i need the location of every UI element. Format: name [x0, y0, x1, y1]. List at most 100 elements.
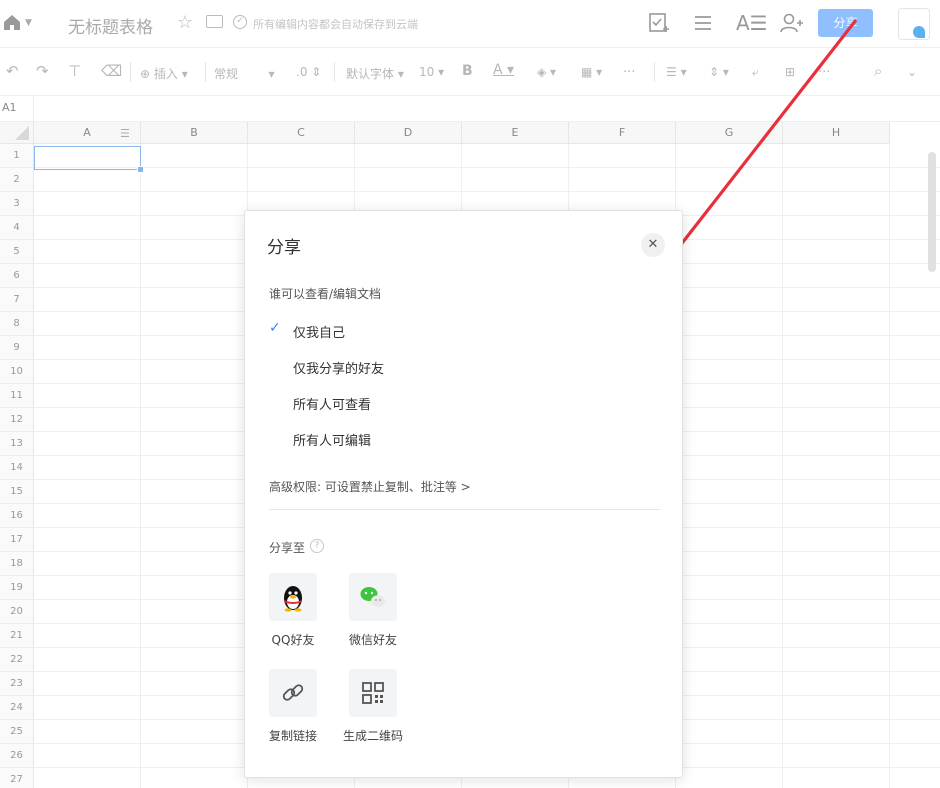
document-title[interactable]: 无标题表格 — [68, 13, 153, 38]
column-gridline — [889, 144, 890, 788]
copy-link-button[interactable] — [269, 669, 317, 717]
star-icon[interactable]: ☆ — [177, 12, 193, 33]
redo-icon[interactable]: ↷ — [36, 62, 49, 80]
collapse-toolbar-icon[interactable]: ⌄ — [907, 65, 917, 79]
row-header[interactable]: 6 — [0, 264, 34, 288]
row-header[interactable]: 26 — [0, 744, 34, 768]
divider — [334, 62, 335, 82]
row-header[interactable]: 16 — [0, 504, 34, 528]
font-family-select[interactable]: 默认字体 ▾ — [346, 65, 404, 82]
share-qq-button[interactable] — [269, 573, 317, 621]
qr-code-icon — [362, 682, 384, 704]
number-format-select[interactable]: 常规 ▾ — [214, 65, 275, 82]
merge-cells-icon[interactable]: ⊞ — [785, 65, 795, 79]
cell-reference[interactable]: A1 — [2, 101, 17, 114]
generate-qr-label: 生成二维码 — [342, 729, 403, 743]
row-header[interactable]: 17 — [0, 528, 34, 552]
row-header[interactable]: 14 — [0, 456, 34, 480]
format-painter-icon[interactable]: ⊤ — [68, 62, 81, 80]
font-color-button[interactable]: A ▾ — [493, 62, 514, 78]
move-folder-icon[interactable] — [206, 15, 223, 28]
row-header[interactable]: 5 — [0, 240, 34, 264]
row-header[interactable]: 9 — [0, 336, 34, 360]
permission-option-everyone-edit[interactable]: 所有人可编辑 — [293, 430, 371, 449]
task-check-icon[interactable] — [648, 12, 670, 34]
decimal-stepper[interactable]: .0 ⇕ — [296, 65, 321, 79]
help-icon[interactable]: ? — [310, 539, 324, 553]
row-header[interactable]: 23 — [0, 672, 34, 696]
row-header[interactable]: 7 — [0, 288, 34, 312]
more-icon[interactable]: ··· — [818, 65, 830, 80]
share-button[interactable]: 分享 — [818, 9, 873, 37]
more-button[interactable]: ··· — [623, 65, 635, 80]
align-icon[interactable]: ☰ ▾ — [666, 65, 687, 79]
row-header[interactable]: 18 — [0, 552, 34, 576]
qq-penguin-icon — [284, 586, 302, 612]
text-style-icon[interactable]: A☰ — [736, 11, 768, 35]
divider — [130, 62, 131, 82]
home-dropdown-icon[interactable]: ▼ — [25, 18, 32, 28]
font-family-label: 默认字体 — [346, 67, 395, 81]
row-header[interactable]: 4 — [0, 216, 34, 240]
share-wechat-label: 微信好友 — [348, 633, 397, 647]
selected-cell[interactable] — [34, 146, 144, 173]
row-gridline — [34, 167, 940, 168]
close-icon[interactable]: ✕ — [641, 233, 665, 257]
row-header[interactable]: 13 — [0, 432, 34, 456]
row-header[interactable]: 19 — [0, 576, 34, 600]
row-header[interactable]: 12 — [0, 408, 34, 432]
insert-label: 插入 — [153, 67, 178, 81]
format-toolbar: ↶ ↷ ⊤ ⌫ ⊕ 插入 ▾ 常规 ▾ .0 ⇕ 默认字体 ▾ 10 ▾ B A… — [0, 48, 940, 96]
border-icon[interactable]: ▦ ▾ — [581, 65, 602, 79]
add-collaborator-icon[interactable] — [780, 12, 804, 34]
link-icon — [282, 684, 304, 701]
undo-icon[interactable]: ↶ — [6, 62, 19, 80]
font-size-select[interactable]: 10 ▾ — [419, 65, 444, 79]
advanced-permissions-link[interactable]: 高级权限: 可设置禁止复制、批注等 > — [269, 478, 471, 495]
search-icon[interactable]: ⌕ — [874, 62, 882, 80]
filter-icon[interactable]: ☰ — [120, 127, 130, 140]
column-header[interactable]: D — [355, 122, 462, 144]
row-header[interactable]: 1 — [0, 144, 34, 168]
top-bar: ▼ 无标题表格 ☆ ✓ 所有编辑内容都会自动保存到云端 A☰ 分享 — [0, 0, 940, 48]
wrap-text-icon[interactable]: ⤶ — [752, 65, 759, 80]
column-header[interactable]: E — [462, 122, 569, 144]
permission-option-shared-friends[interactable]: 仅我分享的好友 — [293, 358, 384, 377]
eraser-icon[interactable]: ⌫ — [101, 62, 122, 80]
permission-option-everyone-view[interactable]: 所有人可查看 — [293, 394, 371, 413]
fill-color-icon[interactable]: ◈ ▾ — [537, 65, 556, 79]
dialog-title: 分享 — [267, 238, 301, 258]
column-header[interactable]: H — [783, 122, 890, 144]
divider — [654, 62, 655, 82]
row-header[interactable]: 21 — [0, 624, 34, 648]
row-header[interactable]: 11 — [0, 384, 34, 408]
avatar[interactable] — [898, 8, 930, 40]
row-header[interactable]: 15 — [0, 480, 34, 504]
column-header[interactable]: C — [248, 122, 355, 144]
vertical-scrollbar[interactable] — [928, 152, 936, 272]
select-all-corner[interactable] — [0, 122, 34, 144]
row-header[interactable]: 27 — [0, 768, 34, 788]
divider — [205, 62, 206, 82]
bold-button[interactable]: B — [462, 63, 473, 79]
row-header[interactable]: 3 — [0, 192, 34, 216]
row-header[interactable]: 10 — [0, 360, 34, 384]
font-size-label: 10 — [419, 65, 435, 79]
home-icon[interactable] — [2, 12, 22, 32]
row-header[interactable]: 22 — [0, 648, 34, 672]
vertical-align-icon[interactable]: ⇕ ▾ — [709, 65, 729, 79]
row-header[interactable]: 25 — [0, 720, 34, 744]
generate-qr-button[interactable] — [349, 669, 397, 717]
column-header[interactable]: B — [141, 122, 248, 144]
permission-option-only-me[interactable]: 仅我自己 — [293, 322, 345, 341]
row-header[interactable]: 24 — [0, 696, 34, 720]
menu-icon[interactable] — [693, 13, 713, 33]
row-header[interactable]: 20 — [0, 600, 34, 624]
column-header[interactable]: F — [569, 122, 676, 144]
row-header[interactable]: 2 — [0, 168, 34, 192]
share-wechat-button[interactable] — [349, 573, 397, 621]
row-header[interactable]: 8 — [0, 312, 34, 336]
insert-button[interactable]: ⊕ 插入 ▾ — [140, 65, 188, 82]
column-header[interactable]: G — [676, 122, 783, 144]
share-dialog: 分享 ✕ 谁可以查看/编辑文档 ✓ 仅我自己 仅我分享的好友 所有人可查看 所有… — [244, 210, 683, 778]
